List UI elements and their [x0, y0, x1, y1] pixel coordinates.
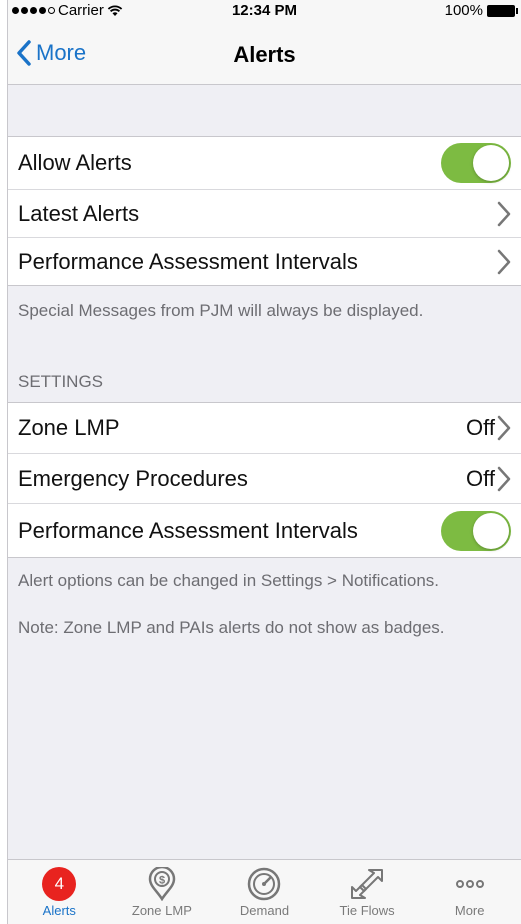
emergency-procedures-row[interactable]: Emergency Procedures Off [8, 453, 521, 503]
tab-label: More [454, 903, 485, 918]
chevron-right-icon [497, 466, 511, 491]
zone-lmp-label: Zone LMP [18, 415, 120, 440]
alerts-group: Allow Alerts Latest Alerts Performance A… [8, 136, 521, 286]
alerts-screen: Carrier 12:34 PM 100% More Alerts Allow … [7, 0, 521, 924]
tab-label: Alerts [42, 903, 76, 918]
emergency-procedures-value: Off [466, 465, 495, 491]
tab-alerts[interactable]: 4 Alerts [8, 860, 111, 924]
pai-settings-label: Performance Assessment Intervals [18, 517, 358, 543]
pai-settings-toggle[interactable] [441, 510, 511, 551]
tab-label: Tie Flows [339, 903, 395, 918]
gauge-icon [248, 867, 281, 901]
special-messages-note: Special Messages from PJM will always be… [18, 301, 424, 320]
allow-alerts-row: Allow Alerts [8, 137, 521, 189]
page-title: Alerts [233, 42, 296, 67]
zone-lmp-value: Off [466, 415, 495, 440]
chevron-right-icon [497, 415, 511, 441]
emergency-procedures-label: Emergency Procedures [18, 465, 248, 491]
tab-bar: 4 Alerts $ Zone LMP Demand Tie Flows Mor… [8, 859, 521, 924]
battery-icon [487, 4, 518, 17]
allow-alerts-toggle[interactable] [441, 143, 511, 183]
badges-note: Note: Zone LMP and PAIs alerts do not sh… [18, 618, 445, 637]
arrows-icon [351, 869, 384, 899]
tab-zone-lmp[interactable]: $ Zone LMP [111, 860, 214, 924]
navigation-bar: More Alerts [8, 20, 521, 85]
dollar-pin-icon: $ [148, 867, 176, 901]
tab-demand[interactable]: Demand [213, 860, 316, 924]
allow-alerts-label: Allow Alerts [18, 150, 132, 175]
tab-label: Demand [239, 903, 290, 918]
alerts-badge: 4 [42, 867, 77, 901]
battery-status: 100% [444, 2, 518, 19]
latest-alerts-row[interactable]: Latest Alerts [8, 189, 521, 237]
alerts-badge-icon: 4 [42, 867, 77, 901]
svg-text:$: $ [159, 875, 165, 887]
status-bar: Carrier 12:34 PM 100% [8, 0, 521, 20]
pai-settings-row: Performance Assessment Intervals [8, 503, 521, 557]
settings-group: Zone LMP Off Emergency Procedures Off Pe… [8, 402, 521, 558]
chevron-right-icon [497, 201, 511, 226]
chevron-right-icon [497, 249, 511, 274]
tab-tie-flows[interactable]: Tie Flows [316, 860, 419, 924]
zone-lmp-row[interactable]: Zone LMP Off [8, 403, 521, 453]
latest-alerts-label: Latest Alerts [18, 200, 140, 226]
more-dots-icon [455, 880, 484, 888]
pai-alerts-row[interactable]: Performance Assessment Intervals [8, 237, 521, 285]
pai-alerts-label: Performance Assessment Intervals [18, 248, 358, 274]
settings-section-header: SETTINGS [18, 372, 104, 391]
notifications-note: Alert options can be changed in Settings… [18, 571, 440, 590]
tab-label: Zone LMP [131, 903, 192, 918]
tab-more[interactable]: More [418, 860, 521, 924]
battery-percent: 100% [444, 2, 483, 19]
